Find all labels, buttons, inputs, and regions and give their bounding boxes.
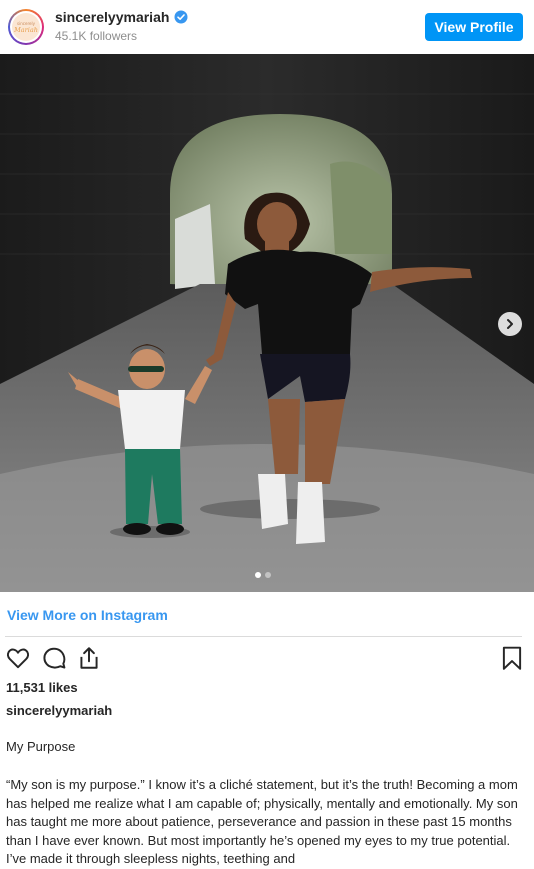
- action-bar: [0, 640, 534, 676]
- view-more-link[interactable]: View More on Instagram: [7, 607, 168, 623]
- avatar[interactable]: sincerely Mariah: [8, 9, 44, 45]
- svg-text:Mariah: Mariah: [13, 26, 38, 34]
- carousel-dot-1: [255, 572, 261, 578]
- like-count[interactable]: 11,531 likes: [6, 680, 78, 695]
- avatar-logo: sincerely Mariah: [13, 21, 38, 34]
- divider: [5, 636, 522, 637]
- follower-count: 45.1K followers: [55, 29, 138, 43]
- heart-icon[interactable]: [5, 645, 31, 671]
- comment-icon[interactable]: [41, 645, 67, 671]
- post-header: sincerely Mariah sincerelyymariah 45.1K …: [0, 0, 534, 54]
- share-icon[interactable]: [76, 645, 102, 671]
- bookmark-icon[interactable]: [499, 645, 525, 671]
- verified-badge-icon: [174, 10, 188, 24]
- chevron-right-icon: [507, 319, 513, 329]
- caption-title: My Purpose: [6, 739, 76, 754]
- view-profile-button[interactable]: View Profile: [425, 13, 523, 41]
- caption-text: “My son is my purpose.” I know it’s a cl…: [6, 777, 518, 866]
- carousel-dot-2: [265, 572, 271, 578]
- carousel-indicator: [255, 572, 271, 578]
- post-image[interactable]: [0, 54, 534, 592]
- carousel-next-button[interactable]: [498, 312, 522, 336]
- caption-username[interactable]: sincerelyymariah: [6, 703, 112, 718]
- username[interactable]: sincerelyymariah: [55, 9, 169, 25]
- post-photo: [0, 54, 534, 592]
